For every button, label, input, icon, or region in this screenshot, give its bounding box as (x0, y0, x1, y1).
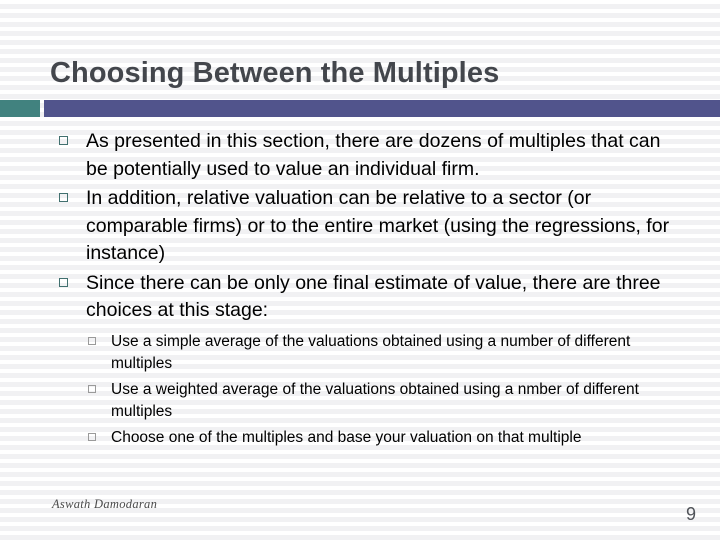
hollow-square-bullet-icon (59, 136, 68, 145)
bullet-item: Since there can be only one final estima… (0, 270, 720, 325)
hollow-square-sub-bullet-icon (88, 384, 96, 393)
bullet-item: In addition, relative valuation can be r… (0, 185, 720, 268)
bullet-list-level2: Use a simple average of the valuations o… (88, 331, 700, 450)
sub-bullet-item: Use a simple average of the valuations o… (88, 331, 700, 376)
page-number: 9 (685, 504, 696, 524)
bullet-item: As presented in this section, there are … (0, 128, 720, 183)
footer-author: Aswath Damodaran (52, 497, 158, 511)
hollow-square-sub-bullet-icon (88, 432, 96, 441)
title-rule-purple-bar (44, 100, 720, 117)
sub-bullet-item: Choose one of the multiples and base you… (88, 427, 700, 450)
bullet-text: As presented in this section, there are … (86, 130, 661, 180)
sub-bullet-region: Use a simple average of the valuations o… (0, 331, 720, 450)
sub-bullet-text: Use a weighted average of the valuations… (111, 380, 639, 421)
hollow-square-bullet-icon (59, 277, 68, 287)
slide-body: As presented in this section, there are … (0, 128, 720, 452)
hollow-square-bullet-icon (59, 193, 68, 202)
sub-bullet-text: Use a simple average of the valuations o… (111, 332, 631, 373)
title-rule-teal-block (0, 100, 40, 117)
hollow-square-sub-bullet-icon (88, 336, 96, 345)
slide-canvas: Choosing Between the Multiples As presen… (0, 0, 720, 540)
bullet-list-level1: As presented in this section, there are … (0, 128, 720, 325)
bullet-text: In addition, relative valuation can be r… (86, 187, 670, 264)
bullet-text: Since there can be only one final estima… (86, 271, 661, 322)
slide-title: Choosing Between the Multiples (50, 57, 500, 90)
sub-bullet-text: Choose one of the multiples and base you… (111, 428, 582, 446)
sub-bullet-item: Use a weighted average of the valuations… (88, 379, 700, 424)
